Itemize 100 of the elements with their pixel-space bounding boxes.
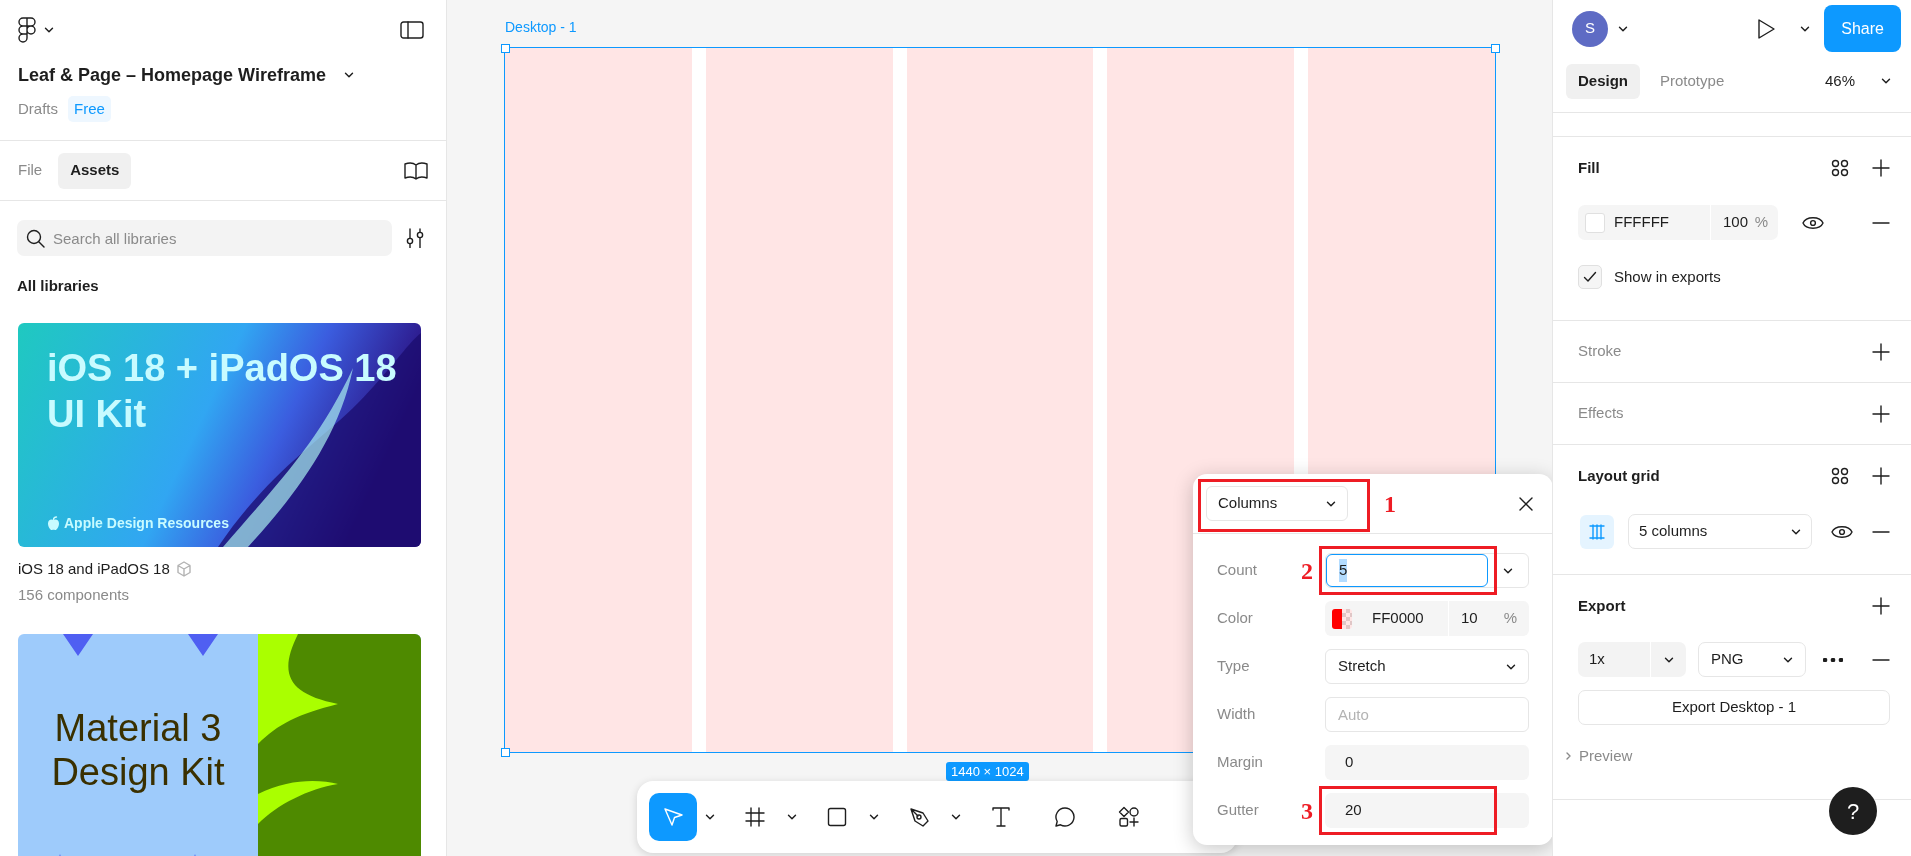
cover-title: Design Kit [51,750,225,794]
annotation-number: 3 [1301,796,1313,826]
field-label: Type [1217,656,1250,677]
eye-icon[interactable] [1831,524,1853,539]
checkbox-label: Show in exports [1614,266,1721,287]
format-dropdown[interactable]: PNG [1698,642,1806,677]
more-dots-icon[interactable] [1823,657,1843,662]
size-label: 1440 × 1024 [946,762,1029,781]
chevron-down-icon [1503,567,1513,574]
export-button[interactable]: Export Desktop - 1 [1578,690,1890,725]
minus-icon[interactable] [1872,221,1890,224]
chevron-down-icon [1326,500,1336,507]
filter-sliders-icon[interactable] [405,228,425,248]
chevron-down-icon [1618,25,1628,32]
book-icon[interactable] [404,161,428,180]
chevron-down-icon [343,72,354,78]
chevron-down-icon [1800,25,1811,32]
plan-badge: Free [68,95,111,123]
chevron-down-icon [1881,78,1891,84]
field-label: Margin [1217,752,1263,773]
cover-title: iOS 18 + iPadOS 18 [47,346,397,391]
help-button[interactable]: ? [1829,787,1877,835]
chevron-down-icon [705,814,715,820]
library-name[interactable]: iOS 18 and iPadOS 18 [18,559,170,579]
text-icon [990,806,1012,828]
annotation-number: 1 [1384,489,1396,519]
cover-title: UI Kit [47,392,148,437]
four-circles-icon[interactable] [1831,159,1849,177]
close-icon[interactable] [1519,496,1533,511]
minus-icon[interactable] [1872,658,1890,661]
plus-icon[interactable] [1872,159,1890,177]
panel-tab[interactable]: Prototype [1648,63,1737,99]
color-field[interactable]: FF0000 10 % [1325,601,1529,636]
cover-caption: Apple Design Resources [64,514,229,533]
plus-icon[interactable] [1872,404,1890,423]
check-icon [1583,271,1597,283]
minus-icon[interactable] [1872,530,1890,533]
preview-toggle[interactable]: Preview [1566,745,1633,767]
main-menu-button[interactable] [18,17,54,43]
annotation-number: 2 [1301,556,1313,586]
file-title: Leaf & Page – Homepage Wireframe [18,63,326,87]
chevron-down-icon [1783,656,1793,663]
fill-color-field[interactable]: FFFFFF 100 % [1578,205,1778,240]
chevron-down-icon [44,27,54,33]
scale-dropdown[interactable]: 1x [1578,642,1686,677]
account-menu-button[interactable]: S [1572,10,1628,47]
four-circles-icon[interactable] [1831,467,1849,485]
chevron-down-icon [787,814,797,820]
package-icon [175,561,192,577]
section-title: Layout grid [1578,465,1660,486]
user-avatar: S [1572,10,1608,47]
apple-icon [47,516,60,531]
count-field[interactable]: 5 [1325,553,1529,588]
cursor-icon [662,806,684,828]
checkbox[interactable] [1578,265,1602,289]
chevron-down-icon [951,814,961,820]
color-swatch[interactable] [1585,212,1605,233]
number-field[interactable]: 20 [1325,793,1529,828]
eye-icon[interactable] [1802,215,1824,230]
component-count: 156 components [18,585,130,605]
width-field[interactable]: Auto [1325,697,1529,732]
play-icon[interactable] [1756,17,1777,40]
section-title: Effects [1578,403,1624,424]
panel-tab[interactable]: Assets [58,152,132,189]
shapes-plus-icon [1118,806,1140,828]
type-dropdown[interactable]: Stretch [1325,649,1529,684]
pen-nib-icon [908,806,930,828]
color-swatch[interactable] [1332,608,1352,629]
plus-icon[interactable] [1872,597,1890,615]
hash-icon [744,806,766,828]
resize-handle[interactable] [501,44,510,53]
speech-bubble-icon [1054,806,1076,828]
resize-handle[interactable] [1491,44,1500,53]
grid-type-dropdown[interactable]: Columns [1206,486,1348,521]
chevron-down-icon [1791,528,1801,535]
field-label: Width [1217,704,1256,725]
panel-tab[interactable]: File [8,152,53,189]
field-label: Gutter [1217,800,1259,821]
cover-title: Material 3 [54,706,222,750]
logo-icon [18,17,36,43]
chevron-down-icon [1506,663,1516,670]
panel-tab[interactable]: Design [1566,63,1640,99]
project-location[interactable]: Drafts [18,97,58,121]
field-label: Count [1217,560,1258,581]
resize-handle[interactable] [501,748,510,757]
library-cover[interactable]: Material 3 Design Kit [18,634,421,856]
field-label: Color [1217,608,1253,629]
zoom-dropdown[interactable]: 46% [1824,69,1891,93]
plus-icon[interactable] [1872,467,1890,485]
number-field[interactable]: 0 [1325,745,1529,780]
search-field[interactable]: Search all libraries [17,220,392,256]
sidebar-toggle-icon[interactable] [400,21,424,39]
chevron-down-icon [869,814,879,820]
section-heading: All libraries [16,276,100,296]
search-icon [26,229,45,248]
grid-dropdown[interactable]: 5 columns [1628,514,1812,549]
chevron-down-icon [1663,656,1674,663]
chevron-right-icon [1566,752,1571,760]
plus-icon[interactable] [1872,342,1890,361]
section-title: Fill [1578,157,1600,178]
